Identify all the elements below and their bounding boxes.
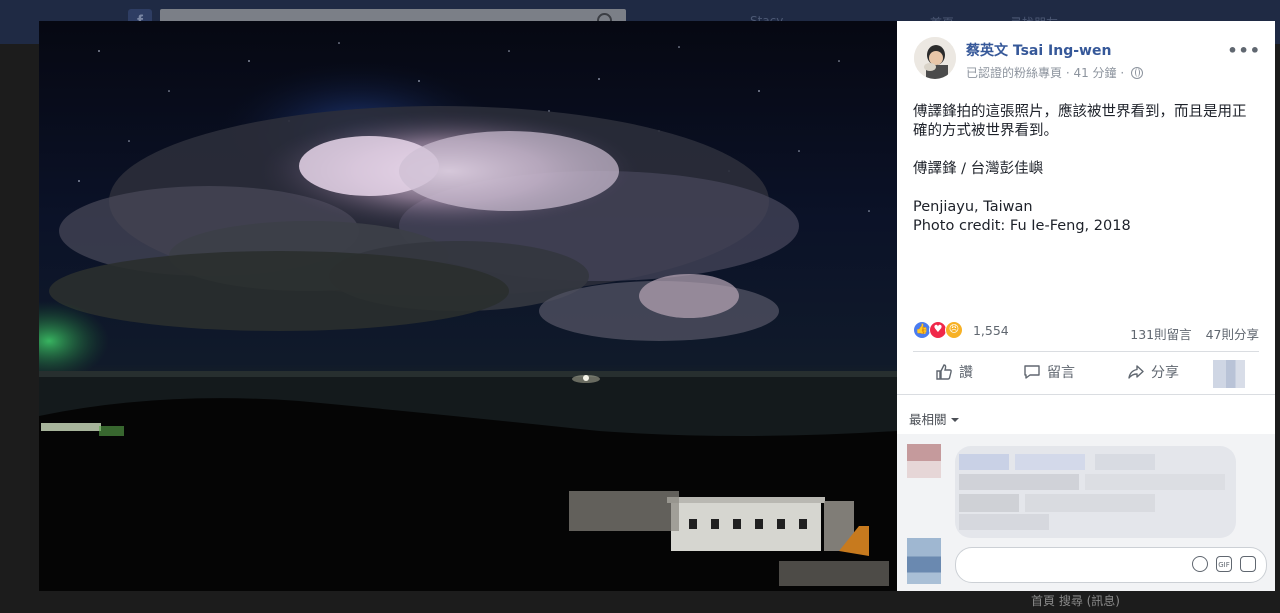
current-user-avatar-blurred [907,538,941,584]
gif-icon[interactable]: GIF [1216,556,1232,572]
share-button[interactable]: 分享 [1127,362,1179,382]
post-actions: 讚 留言 分享 [913,351,1259,394]
author-avatar[interactable] [914,37,956,79]
comment-bubble-blurred [955,446,1236,538]
post-meta: 已認證的粉絲專頁 · 41 分鐘 · [966,64,1143,81]
sort-label: 最相關 [909,412,947,427]
like-label: 讚 [959,365,973,381]
like-button[interactable]: 讚 [935,362,973,382]
share-label: 分享 [1151,365,1179,381]
divider [897,394,1275,395]
blurred-profile-selector[interactable] [1213,360,1245,388]
author-name[interactable]: 蔡英文 Tsai Ing-wen [966,40,1111,60]
comment-compose-box[interactable]: GIF [955,547,1267,583]
reactions-summary: 👍 ♥ 😠 1,554 131則留言 47則分享 [913,321,1259,343]
photo-lightning-storm[interactable] [39,21,897,591]
share-icon [1128,365,1144,379]
sticker-icon[interactable] [1240,556,1256,572]
comments-section: GIF [897,434,1275,591]
comment-label: 留言 [1047,365,1075,381]
comment-icon [1024,365,1040,379]
chevron-down-icon [950,418,959,422]
comment-input[interactable] [966,555,1180,577]
comment-button[interactable]: 留言 [1023,362,1075,382]
comment-count[interactable]: 131則留言 [1130,327,1191,342]
angry-reaction-icon[interactable]: 😠 [944,321,963,339]
commenter-avatar-blurred[interactable] [907,444,941,478]
globe-icon [1131,67,1143,79]
post-paragraph: Penjiayu, Taiwan Photo credit: Fu Ie-Fen… [913,199,1131,234]
emoji-icon[interactable] [1192,556,1208,572]
more-options-icon[interactable]: ••• [1227,41,1261,60]
post-paragraph: 傅譯鋒拍的這張照片，應該被世界看到，而且是用正確的方式被世界看到。 [913,104,1247,139]
night-landscape-image [39,21,897,591]
reaction-count[interactable]: 1,554 [973,323,1009,338]
post-panel: 蔡英文 Tsai Ing-wen 已認證的粉絲專頁 · 41 分鐘 · ••• … [897,21,1275,591]
post-paragraph: 傅譯鋒 / 台灣彭佳嶼 [913,161,1044,177]
post-body: 傅譯鋒拍的這張照片，應該被世界看到，而且是用正確的方式被世界看到。 傅譯鋒 / … [913,103,1253,255]
share-count[interactable]: 47則分享 [1206,327,1259,342]
comment-sort-dropdown[interactable]: 最相關 [909,409,959,428]
thumbs-up-icon [936,364,952,380]
bottom-dock-label: 首頁 搜尋 (訊息) [1031,594,1120,608]
post-header: 蔡英文 Tsai Ing-wen 已認證的粉絲專頁 · 41 分鐘 · ••• [914,37,1263,81]
post-meta-text: 已認證的粉絲專頁 · 41 分鐘 · [966,66,1125,80]
